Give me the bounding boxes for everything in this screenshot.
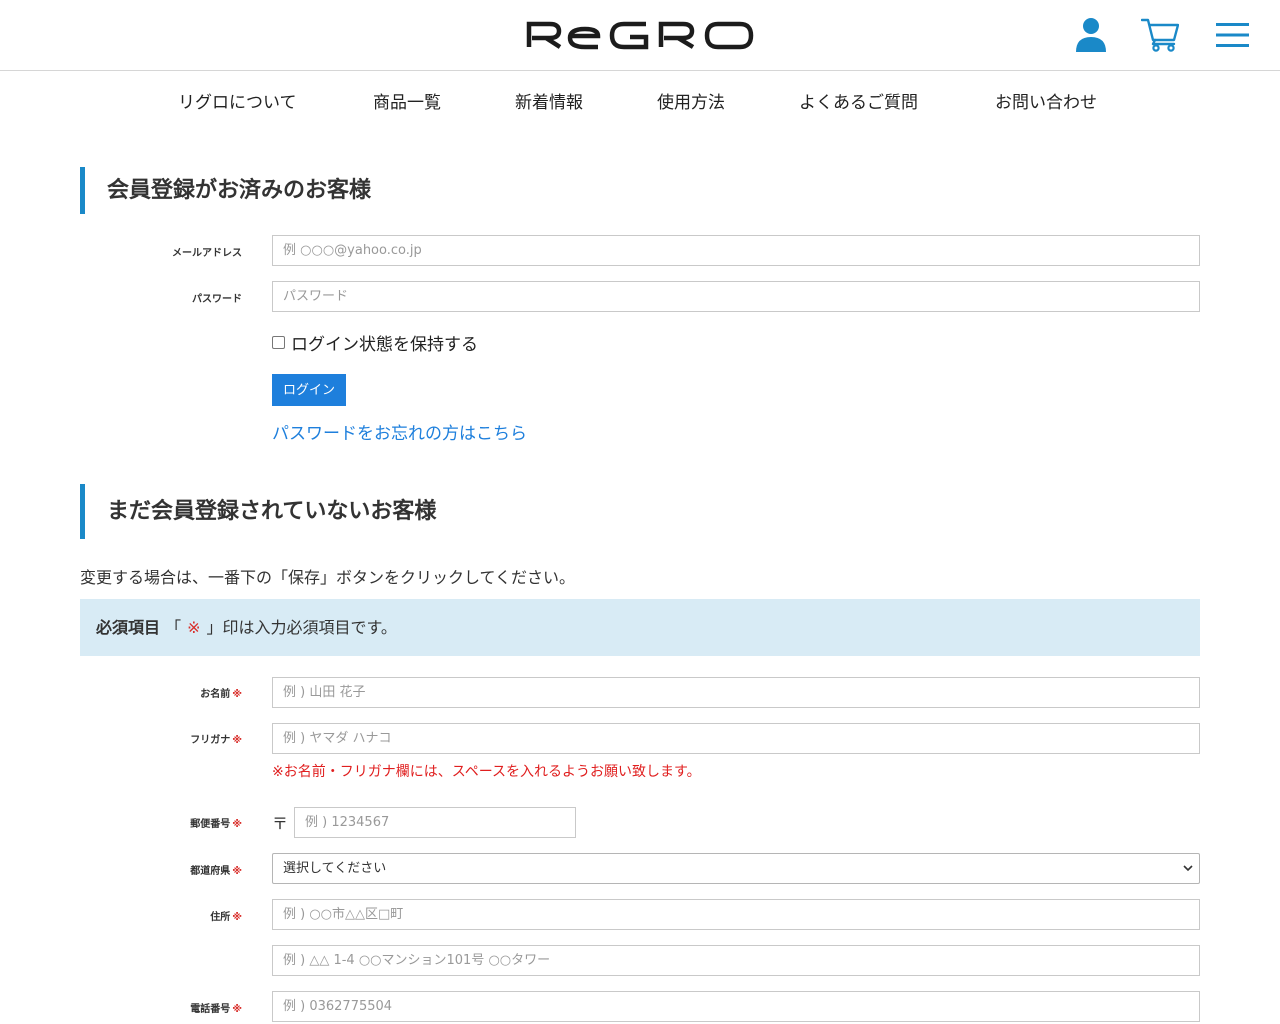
required-mark: ※ xyxy=(187,618,201,637)
nav-item-usage[interactable]: 使用方法 xyxy=(657,88,725,113)
email-label: メールアドレス xyxy=(172,248,242,259)
kana-field[interactable] xyxy=(272,723,1200,754)
main-nav: リグロについて 商品一覧 新着情報 使用方法 よくあるご質問 お問い合わせ xyxy=(0,88,1280,113)
address-label: 住所 ※ xyxy=(210,912,242,923)
kana-label: フリガナ ※ xyxy=(190,735,242,746)
phone-label: 電話番号 ※ xyxy=(190,1004,242,1015)
regro-logo[interactable] xyxy=(526,20,754,50)
email-field[interactable] xyxy=(272,235,1200,266)
remember-checkbox[interactable] xyxy=(272,335,285,349)
login-section-heading: 会員登録がお済みのお客様 xyxy=(80,167,371,214)
register-intro-text: 変更する場合は、一番下の「保存」ボタンをクリックしてください。 xyxy=(80,568,576,587)
forgot-password-link[interactable]: パスワードをお忘れの方はこちら xyxy=(272,419,527,444)
nav-item-faq[interactable]: よくあるご質問 xyxy=(799,88,918,113)
notice-text: 」印は入力必須項目です。 xyxy=(206,618,397,637)
password-label: パスワード xyxy=(192,294,242,305)
nav-item-news[interactable]: 新着情報 xyxy=(515,88,583,113)
prefecture-selected-value: 選択してください xyxy=(283,861,387,876)
password-field[interactable] xyxy=(272,281,1200,312)
kana-note: ※お名前・フリガナ欄には、スペースを入れるようお願い致します。 xyxy=(272,764,701,780)
phone-field[interactable] xyxy=(272,991,1200,1022)
nav-item-products[interactable]: 商品一覧 xyxy=(373,88,441,113)
cart-icon[interactable] xyxy=(1141,18,1179,52)
address2-field[interactable] xyxy=(272,945,1200,976)
prefecture-select[interactable]: 選択してください xyxy=(272,853,1200,884)
user-icon[interactable] xyxy=(1075,17,1107,53)
site-header xyxy=(0,0,1280,71)
address1-field[interactable] xyxy=(272,899,1200,930)
required-notice: 必須項目 「 ※ 」印は入力必須項目です。 xyxy=(80,599,1200,656)
name-label: お名前 ※ xyxy=(200,689,242,700)
postal-mark-icon: 〒 xyxy=(272,814,289,833)
remember-login-row[interactable]: ログイン状態を保持する xyxy=(272,330,478,355)
hamburger-menu-icon[interactable] xyxy=(1216,22,1249,48)
login-button[interactable]: ログイン xyxy=(272,374,346,406)
notice-bold: 必須項目 xyxy=(96,618,161,637)
prefecture-label: 都道府県 ※ xyxy=(190,866,242,877)
chevron-down-icon xyxy=(1183,865,1193,872)
zip-field[interactable] xyxy=(294,807,576,838)
register-section-heading: まだ会員登録されていないお客様 xyxy=(80,484,436,539)
name-field[interactable] xyxy=(272,677,1200,708)
remember-label: ログイン状態を保持する xyxy=(291,334,478,355)
notice-open-bracket: 「 xyxy=(165,618,182,637)
zip-label: 郵便番号 ※ xyxy=(190,819,242,830)
nav-item-contact[interactable]: お問い合わせ xyxy=(995,88,1097,113)
nav-item-about[interactable]: リグロについて xyxy=(178,88,297,113)
